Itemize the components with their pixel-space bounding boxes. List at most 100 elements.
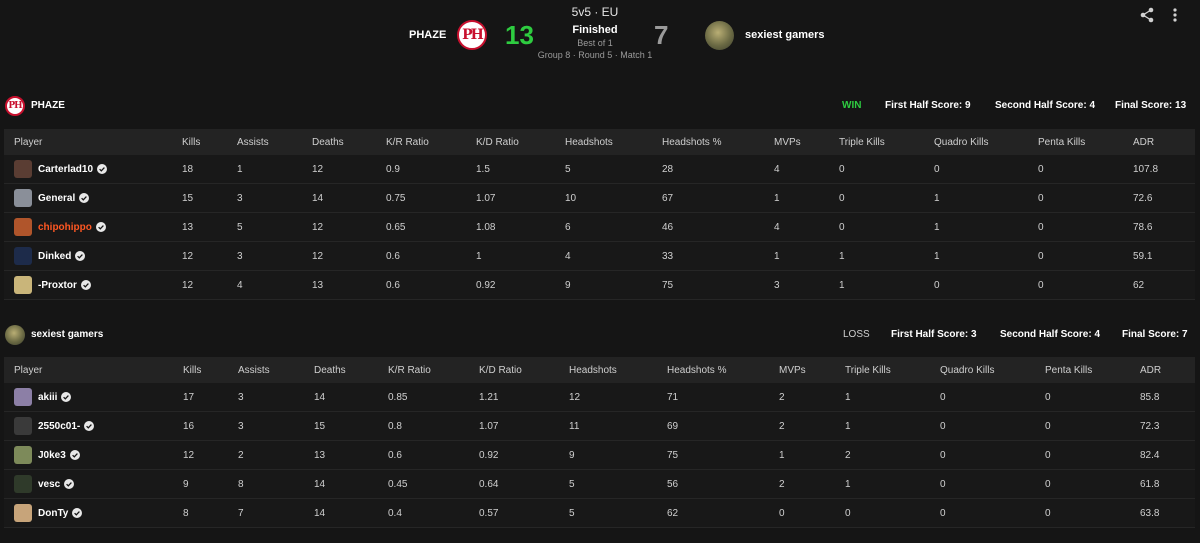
stat-cell: 0	[1045, 420, 1051, 432]
player-cell[interactable]: chipohippo	[14, 213, 106, 241]
player-name[interactable]: General	[38, 193, 75, 204]
column-header[interactable]: MVPs	[779, 357, 806, 383]
stat-cell: 0.92	[479, 449, 499, 461]
team2-logo[interactable]	[705, 21, 734, 50]
column-header[interactable]: Player	[14, 357, 42, 383]
stat-cell: 56	[667, 478, 679, 490]
team1-second-half: Second Half Score: 4	[995, 100, 1096, 111]
stat-cell: 85.8	[1140, 391, 1160, 403]
verified-check-icon	[72, 508, 83, 518]
stat-cell: 82.4	[1140, 449, 1160, 461]
player-avatar	[14, 475, 32, 493]
stat-cell: 5	[237, 221, 243, 233]
column-header[interactable]: Deaths	[314, 357, 346, 383]
stat-cell: 28	[662, 163, 674, 175]
stat-cell: 1	[774, 192, 780, 204]
stat-cell: 78.6	[1133, 221, 1153, 233]
column-header[interactable]: Triple Kills	[839, 129, 885, 155]
team2-name[interactable]: sexiest gamers	[745, 29, 825, 41]
player-name[interactable]: chipohippo	[38, 222, 92, 233]
stat-cell: 62	[667, 507, 679, 519]
column-header[interactable]: Assists	[237, 129, 269, 155]
column-header[interactable]: MVPs	[774, 129, 801, 155]
column-header[interactable]: ADR	[1133, 129, 1154, 155]
stat-cell: 0	[1045, 478, 1051, 490]
stat-cell: 14	[314, 478, 326, 490]
more-vert-icon[interactable]	[1169, 7, 1181, 23]
stat-cell: 0	[1045, 507, 1051, 519]
column-header[interactable]: Penta Kills	[1038, 129, 1085, 155]
stat-cell: 72.6	[1133, 192, 1153, 204]
player-cell[interactable]: DonTy	[14, 499, 83, 527]
team1-bar-name[interactable]: PHAZE	[31, 100, 65, 111]
column-header[interactable]: K/D Ratio	[479, 357, 522, 383]
column-header[interactable]: Headshots %	[667, 357, 726, 383]
column-header[interactable]: Player	[14, 129, 42, 155]
column-header[interactable]: K/D Ratio	[476, 129, 519, 155]
stat-cell: 1	[845, 420, 851, 432]
stat-cell: 3	[237, 250, 243, 262]
column-header[interactable]: K/R Ratio	[388, 357, 431, 383]
column-header[interactable]: Deaths	[312, 129, 344, 155]
player-cell[interactable]: Carterlad10	[14, 155, 108, 183]
stat-cell: 0	[940, 478, 946, 490]
share-icon[interactable]	[1139, 7, 1155, 23]
column-header[interactable]: ADR	[1140, 357, 1161, 383]
player-avatar	[14, 276, 32, 294]
player-avatar	[14, 417, 32, 435]
player-avatar	[14, 504, 32, 522]
stat-cell: 2	[845, 449, 851, 461]
player-cell[interactable]: akiii	[14, 383, 72, 411]
table-row: 2550c01- 16 3 15 0.8 1.07 11 69 2 1 0 0 72.3	[4, 412, 1195, 441]
player-name[interactable]: J0ke3	[38, 450, 66, 461]
stat-cell: 5	[569, 478, 575, 490]
column-header[interactable]: Kills	[183, 357, 201, 383]
team1-first-half: First Half Score: 9	[885, 100, 971, 111]
player-cell[interactable]: J0ke3	[14, 441, 80, 469]
column-header[interactable]: Headshots %	[662, 129, 721, 155]
player-name[interactable]: akiii	[38, 392, 57, 403]
player-name[interactable]: DonTy	[38, 508, 68, 519]
stat-cell: 69	[667, 420, 679, 432]
stat-cell: 0	[1038, 279, 1044, 291]
player-name[interactable]: -Proxtor	[38, 280, 77, 291]
stat-cell: 0.45	[388, 478, 408, 490]
stat-cell: 107.8	[1133, 163, 1159, 175]
stat-cell: 9	[183, 478, 189, 490]
verified-check-icon	[84, 421, 95, 431]
player-cell[interactable]: vesc	[14, 470, 75, 498]
player-name[interactable]: Carterlad10	[38, 164, 93, 175]
column-header[interactable]: Kills	[182, 129, 200, 155]
column-header[interactable]: Penta Kills	[1045, 357, 1092, 383]
column-header[interactable]: Headshots	[565, 129, 613, 155]
team2-bar-name[interactable]: sexiest gamers	[31, 329, 103, 340]
stat-cell: 0.6	[386, 279, 400, 291]
stat-cell: 0	[940, 507, 946, 519]
team1-final-score: Final Score: 13	[1115, 100, 1187, 111]
column-header[interactable]: K/R Ratio	[386, 129, 429, 155]
stat-cell: 0.64	[479, 478, 499, 490]
player-name[interactable]: Dinked	[38, 251, 71, 262]
player-cell[interactable]: 2550c01-	[14, 412, 95, 440]
match-status: Finished	[572, 24, 618, 36]
stat-cell: 0.8	[388, 420, 402, 432]
column-header[interactable]: Triple Kills	[845, 357, 891, 383]
stat-cell: 0.65	[386, 221, 406, 233]
stat-cell: 2	[779, 478, 785, 490]
stat-cell: 46	[662, 221, 674, 233]
match-meta: Group 8 · Round 5 · Match 1	[537, 50, 653, 60]
player-cell[interactable]: General	[14, 184, 90, 212]
player-name[interactable]: vesc	[38, 479, 60, 490]
stat-cell: 2	[238, 449, 244, 461]
player-cell[interactable]: Dinked	[14, 242, 86, 270]
column-header[interactable]: Quadro Kills	[934, 129, 988, 155]
stat-cell: 63.8	[1140, 507, 1160, 519]
player-cell[interactable]: -Proxtor	[14, 271, 91, 299]
team1-result: WIN	[842, 100, 862, 111]
player-name[interactable]: 2550c01-	[38, 421, 80, 432]
column-header[interactable]: Headshots	[569, 357, 617, 383]
column-header[interactable]: Quadro Kills	[940, 357, 994, 383]
column-header[interactable]: Assists	[238, 357, 270, 383]
stat-cell: 17	[183, 391, 195, 403]
stat-cell: 2	[779, 391, 785, 403]
